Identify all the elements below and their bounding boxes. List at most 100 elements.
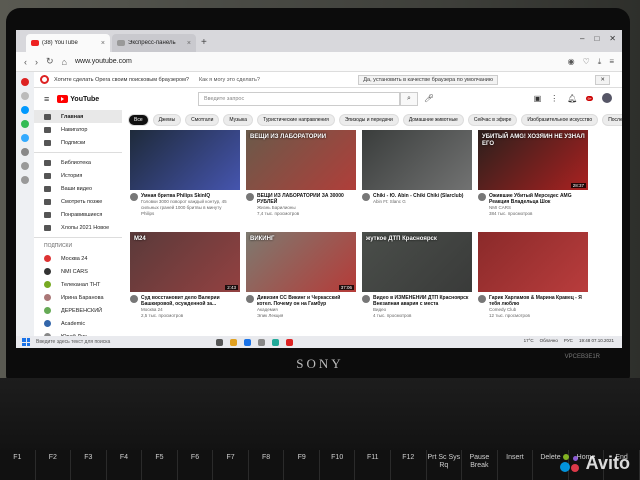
keyboard-key[interactable]: F5: [142, 450, 178, 480]
sidebar-item-history[interactable]: История: [34, 169, 122, 182]
chip[interactable]: Все: [128, 114, 149, 126]
channel-avatar[interactable]: [246, 193, 254, 201]
forward-icon[interactable]: ›: [35, 57, 38, 67]
home-icon[interactable]: [21, 92, 29, 100]
edge-icon[interactable]: [244, 338, 251, 346]
video-card[interactable]: ВИКИНГ 37:06 Дивизия СС Викинг и Черкасски…: [246, 232, 356, 319]
keyboard-key[interactable]: F10: [319, 450, 356, 480]
apps-icon[interactable]: ⋮: [550, 94, 558, 103]
url-field[interactable]: www.youtube.com: [75, 58, 132, 65]
windows-start-icon[interactable]: [22, 338, 30, 346]
keyboard-key[interactable]: F3: [71, 450, 107, 480]
notifications-icon[interactable]: 🔔︎: [567, 94, 577, 103]
menu-icon[interactable]: ≡: [609, 57, 614, 67]
keyboard-key[interactable]: Prt Sc Sys Rq: [426, 450, 463, 480]
sidebar-item-library[interactable]: Библиотека: [34, 156, 122, 169]
new-tab-icon[interactable]: +: [201, 34, 207, 52]
channel-avatar[interactable]: [478, 295, 486, 303]
settings-icon[interactable]: [21, 176, 29, 184]
set-default-button[interactable]: Да, установить в качестве браузера по ум…: [358, 75, 498, 85]
download-icon[interactable]: ⤓: [598, 57, 602, 67]
close-icon[interactable]: ×: [101, 40, 105, 47]
video-card[interactable]: Chiki - Ю. Abin - Chiki Chiki (Slarclub)…: [362, 130, 472, 205]
chip[interactable]: Эпизоды и передачи: [338, 114, 399, 126]
youtube-logo[interactable]: YouTube: [57, 95, 99, 103]
tab-youtube[interactable]: (38) YouTube ×: [26, 34, 110, 52]
app-icon[interactable]: [272, 338, 279, 346]
sidebar-item-subscriptions[interactable]: Подписки: [34, 136, 122, 149]
video-card[interactable]: Гарик Харламов & Марина Кравец - Я тебя …: [478, 232, 588, 319]
chip[interactable]: Смотгали: [185, 114, 220, 126]
clock-icon[interactable]: [21, 148, 29, 156]
home-icon[interactable]: ⌂: [62, 57, 67, 67]
keyboard-key[interactable]: F12: [391, 450, 427, 480]
camera-icon[interactable]: ◉: [568, 57, 575, 67]
video-thumbnail[interactable]: жуткое ДТП Красноярск: [362, 232, 472, 292]
video-card[interactable]: Умная бритва Philips SkinIQ Головки 3000 …: [130, 130, 240, 217]
tab-speed-dial[interactable]: Экспресс-панель ×: [112, 34, 196, 52]
reload-icon[interactable]: ↻: [46, 56, 54, 67]
create-video-icon[interactable]: ▣: [534, 94, 542, 103]
keyboard-key[interactable]: F11: [355, 450, 392, 480]
keyboard-key[interactable]: F2: [35, 450, 72, 480]
window-close-icon[interactable]: ✕: [609, 34, 616, 43]
avatar[interactable]: [602, 93, 612, 103]
channel-avatar[interactable]: [130, 295, 138, 303]
notice-link[interactable]: Как я могу это сделать?: [199, 77, 260, 83]
temperature-readout[interactable]: 17°C: [524, 338, 534, 343]
taskbar-search-input[interactable]: Введите здесь текст для поиска: [36, 339, 156, 345]
video-thumbnail[interactable]: [130, 130, 240, 190]
video-card[interactable]: M24 2:43 Суд восстановит дело Валерии Башк…: [130, 232, 240, 319]
back-icon[interactable]: ‹: [24, 57, 27, 67]
channel-avatar[interactable]: [130, 193, 138, 201]
hamburger-menu-icon[interactable]: ≡: [44, 94, 49, 104]
sidebar-item-playlist[interactable]: Хлопы 2021 Новое: [34, 221, 122, 234]
heart-icon[interactable]: [21, 162, 29, 170]
chip[interactable]: Сейчас в эфире: [467, 114, 518, 126]
opera-logo-icon[interactable]: [21, 78, 29, 86]
subscription-item[interactable]: NMI CARS: [34, 265, 122, 278]
language-indicator[interactable]: РУС: [564, 338, 573, 343]
subscription-item[interactable]: ДЕРЕВЕНСКИЙ: [34, 304, 122, 317]
video-thumbnail[interactable]: ВИКИНГ 37:06: [246, 232, 356, 292]
video-title[interactable]: Суд восстановит дело Валерии Башкировой,…: [141, 295, 240, 307]
whatsapp-icon[interactable]: [21, 120, 29, 128]
video-card[interactable]: ВЕЩИ ИЗ ЛАБОРАТОРИИ ВЕЩИ ИЗ ЛАБОРАТОРИИ З…: [246, 130, 356, 217]
keyboard-key[interactable]: Insert: [497, 450, 534, 480]
video-title[interactable]: Видео в ИЗМЕНЕНИИ ДТП Красноярск Внезапн…: [373, 295, 472, 307]
vk-icon[interactable]: [21, 134, 29, 142]
keyboard-key[interactable]: F4: [106, 450, 143, 480]
close-icon[interactable]: ×: [187, 40, 191, 47]
search-icon[interactable]: ⌕: [400, 92, 418, 106]
opera-icon[interactable]: [286, 338, 293, 346]
youtube-search-input[interactable]: Введите запрос: [198, 92, 400, 106]
subscription-item[interactable]: Телеканал ТНТ: [34, 278, 122, 291]
maximize-icon[interactable]: □: [594, 34, 599, 43]
keyboard-key[interactable]: F1: [0, 450, 36, 480]
chip[interactable]: Изобразительное искусство: [521, 114, 599, 126]
sidebar-item-home[interactable]: Главная: [34, 110, 122, 123]
keyboard-key[interactable]: Pause Break: [462, 450, 498, 480]
chip[interactable]: Музыка: [223, 114, 254, 126]
video-thumbnail[interactable]: УБИТЫЙ AMG! ХОЗЯИН НЕ УЗНАЛ ЕГО 28:37: [478, 130, 588, 190]
video-card[interactable]: жуткое ДТП Красноярск Видео в ИЗМЕНЕНИИ Д…: [362, 232, 472, 319]
store-icon[interactable]: [258, 338, 265, 346]
channel-avatar[interactable]: [362, 295, 370, 303]
minimize-icon[interactable]: –: [580, 34, 584, 43]
video-title[interactable]: ВЕЩИ ИЗ ЛАБОРАТОРИИ ЗА 30000 РУБЛЕЙ: [257, 193, 356, 205]
keyboard-key[interactable]: F6: [177, 450, 214, 480]
video-title[interactable]: Дивизия СС Викинг и Черкасский котел. По…: [257, 295, 356, 307]
chip[interactable]: Джемы: [152, 114, 182, 126]
video-card[interactable]: УБИТЫЙ AMG! ХОЗЯИН НЕ УЗНАЛ ЕГО 28:37 Ожив…: [478, 130, 588, 217]
heart-icon[interactable]: ♡: [583, 57, 590, 67]
video-thumbnail[interactable]: ВЕЩИ ИЗ ЛАБОРАТОРИИ: [246, 130, 356, 190]
sidebar-item-explore[interactable]: Навигатор: [34, 123, 122, 136]
chip[interactable]: Туристические направления: [257, 114, 335, 126]
clock[interactable]: 19:48 07.10.2021: [579, 338, 614, 343]
video-thumbnail[interactable]: [362, 130, 472, 190]
channel-avatar[interactable]: [246, 295, 254, 303]
subscription-item[interactable]: Academic: [34, 317, 122, 330]
subscription-item[interactable]: Ирина Баранова: [34, 291, 122, 304]
video-title[interactable]: Гарик Харламов & Марина Кравец - Я тебя …: [489, 295, 588, 307]
chip[interactable]: Последние опубл.: [602, 114, 622, 126]
